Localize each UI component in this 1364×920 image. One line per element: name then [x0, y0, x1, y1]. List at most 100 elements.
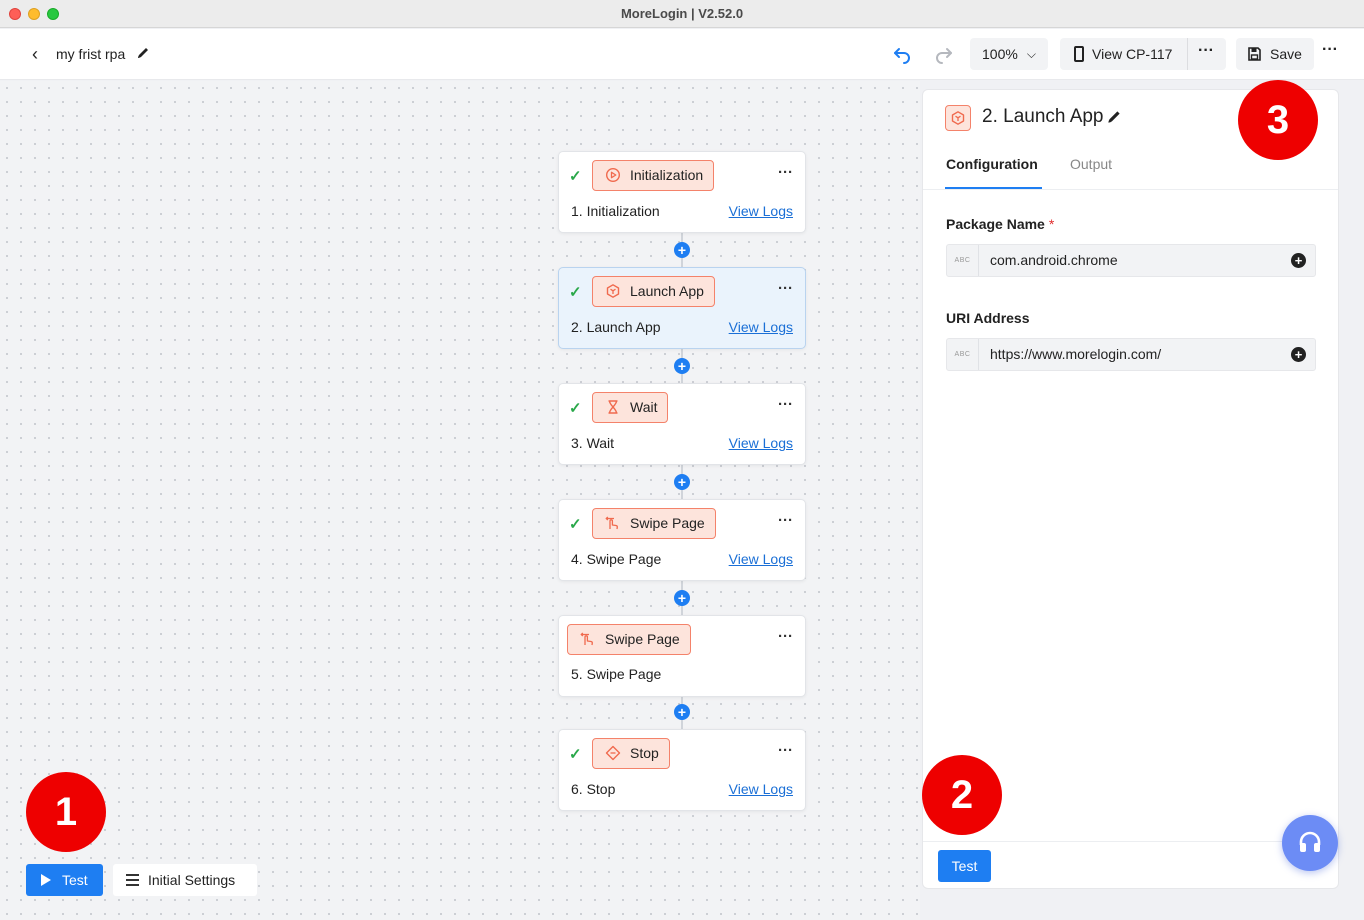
node-more-icon[interactable]: ··· [778, 280, 793, 297]
hourglass-icon [608, 400, 618, 414]
field-label: Package Name * [946, 216, 1054, 232]
view-logs-link[interactable]: View Logs [729, 319, 793, 335]
zoom-value: 100% [982, 46, 1018, 62]
app-more-icon[interactable]: ··· [1322, 41, 1338, 59]
flow-name: my frist rpa [56, 46, 126, 62]
flow-node-launch-app[interactable]: ✓ Launch App ··· 2. Launch App View Logs [558, 267, 806, 349]
swipe-gesture-icon [580, 632, 593, 646]
check-icon: ✓ [569, 284, 582, 301]
check-icon: ✓ [569, 400, 582, 417]
chip-label: Initialization [630, 167, 704, 183]
stop-diamond-icon [605, 745, 621, 761]
add-variable-icon[interactable]: + [1291, 253, 1306, 268]
chip-label: Swipe Page [605, 631, 680, 647]
node-more-icon[interactable]: ··· [778, 628, 793, 645]
pencil-icon[interactable] [136, 45, 150, 61]
view-logs-link[interactable]: View Logs [729, 781, 793, 797]
node-more-icon[interactable]: ··· [778, 164, 793, 181]
chevron-down-icon: ⌵ [1026, 47, 1036, 61]
view-logs-link[interactable]: View Logs [729, 435, 793, 451]
node-more-icon[interactable]: ··· [778, 742, 793, 759]
add-step-icon[interactable]: + [674, 474, 690, 490]
view-logs-link[interactable]: View Logs [729, 551, 793, 567]
node-type-chip: Stop [592, 738, 670, 769]
add-variable-icon[interactable]: + [1291, 347, 1306, 362]
package-name-value: com.android.chrome [990, 252, 1118, 268]
customer-support-button[interactable] [1282, 815, 1338, 871]
uri-address-label: URI Address [946, 310, 1030, 326]
cube-icon [606, 284, 620, 298]
panel-test-button[interactable]: Test [938, 850, 991, 882]
undo-icon[interactable] [892, 44, 912, 64]
pencil-icon[interactable] [1106, 108, 1122, 126]
flow-node-swipe-page[interactable]: ✓ Swipe Page ··· 4. Swipe Page View Logs [558, 499, 806, 581]
redo-icon[interactable] [934, 44, 954, 64]
divider [1187, 38, 1188, 70]
annotation-badge-1: 1 [26, 772, 106, 852]
save-button[interactable]: Save [1236, 38, 1314, 70]
node-title: 1. Initialization [571, 203, 660, 219]
chip-label: Wait [630, 399, 658, 415]
field-label: URI Address [946, 310, 1030, 326]
launch-app-cube-icon [945, 105, 971, 131]
add-step-icon[interactable]: + [674, 358, 690, 374]
run-test-label: Test [62, 872, 88, 888]
flow-node-initialization[interactable]: ✓ Initialization ··· 1. Initialization V… [558, 151, 806, 233]
required-mark: * [1048, 216, 1055, 232]
more-options-icon[interactable]: ··· [1198, 42, 1214, 60]
editor-toolbar: ‹ my frist rpa 100% ⌵ View CP-117 ··· Sa… [0, 29, 1364, 80]
add-step-icon[interactable]: + [674, 590, 690, 606]
node-more-icon[interactable]: ··· [778, 396, 793, 413]
initial-settings-label: Initial Settings [148, 872, 236, 888]
annotation-badge-2: 2 [922, 755, 1002, 835]
node-type-chip: Swipe Page [592, 508, 716, 539]
tab-output[interactable]: Output [1070, 156, 1112, 172]
uri-address-value: https://www.morelogin.com/ [990, 346, 1162, 362]
text-type-tag: ABC [947, 245, 979, 276]
node-type-chip: Wait [592, 392, 669, 423]
run-test-button[interactable]: Test [26, 864, 103, 896]
uri-address-field[interactable]: ABC https://www.morelogin.com/ + [946, 338, 1316, 371]
view-cloud-phone-button[interactable]: View CP-117 ··· [1060, 38, 1226, 70]
menu-icon [126, 874, 139, 886]
back-arrow-icon[interactable]: ‹ [26, 44, 44, 64]
initial-settings-button[interactable]: Initial Settings [113, 864, 257, 896]
tab-configuration[interactable]: Configuration [946, 156, 1038, 172]
chip-label: Launch App [630, 283, 704, 299]
window-titlebar: MoreLogin | V2.52.0 [0, 0, 1364, 28]
view-logs-link[interactable]: View Logs [729, 203, 793, 219]
check-icon: ✓ [569, 746, 582, 763]
phone-icon [1074, 46, 1084, 62]
package-name-label: Package Name [946, 216, 1045, 232]
node-type-chip: Swipe Page [567, 624, 691, 655]
flow-node-wait[interactable]: ✓ Wait ··· 3. Wait View Logs [558, 383, 806, 465]
add-step-icon[interactable]: + [674, 242, 690, 258]
node-more-icon[interactable]: ··· [778, 512, 793, 529]
text-type-tag: ABC [947, 339, 979, 370]
check-icon: ✓ [569, 516, 582, 533]
play-icon [41, 874, 51, 886]
flow-node-stop[interactable]: ✓ Stop ··· 6. Stop View Logs [558, 729, 806, 811]
node-type-chip: Launch App [592, 276, 715, 307]
panel-title: 2. Launch App [982, 106, 1104, 127]
annotation-badge-3: 3 [1238, 80, 1318, 160]
save-disk-icon [1248, 47, 1261, 61]
node-type-chip: Initialization [592, 160, 715, 191]
node-title: 2. Launch App [571, 319, 661, 335]
add-step-icon[interactable]: + [674, 704, 690, 720]
window-title: MoreLogin | V2.52.0 [620, 6, 744, 21]
node-title: 5. Swipe Page [571, 666, 662, 682]
chip-label: Swipe Page [630, 515, 705, 531]
check-icon: ✓ [569, 168, 582, 185]
package-name-field[interactable]: ABC com.android.chrome + [946, 244, 1316, 277]
flow-node-swipe-page[interactable]: Swipe Page ··· 5. Swipe Page [558, 615, 806, 697]
node-title: 6. Stop [571, 781, 616, 797]
chip-label: Stop [630, 745, 659, 761]
headset-icon [1299, 831, 1321, 852]
save-label: Save [1270, 46, 1302, 62]
zoom-dropdown[interactable]: 100% ⌵ [970, 38, 1048, 70]
play-circle-icon [605, 167, 621, 183]
panel-footer-divider [923, 841, 1338, 842]
swipe-gesture-icon [605, 516, 618, 530]
node-title: 3. Wait [571, 435, 615, 451]
